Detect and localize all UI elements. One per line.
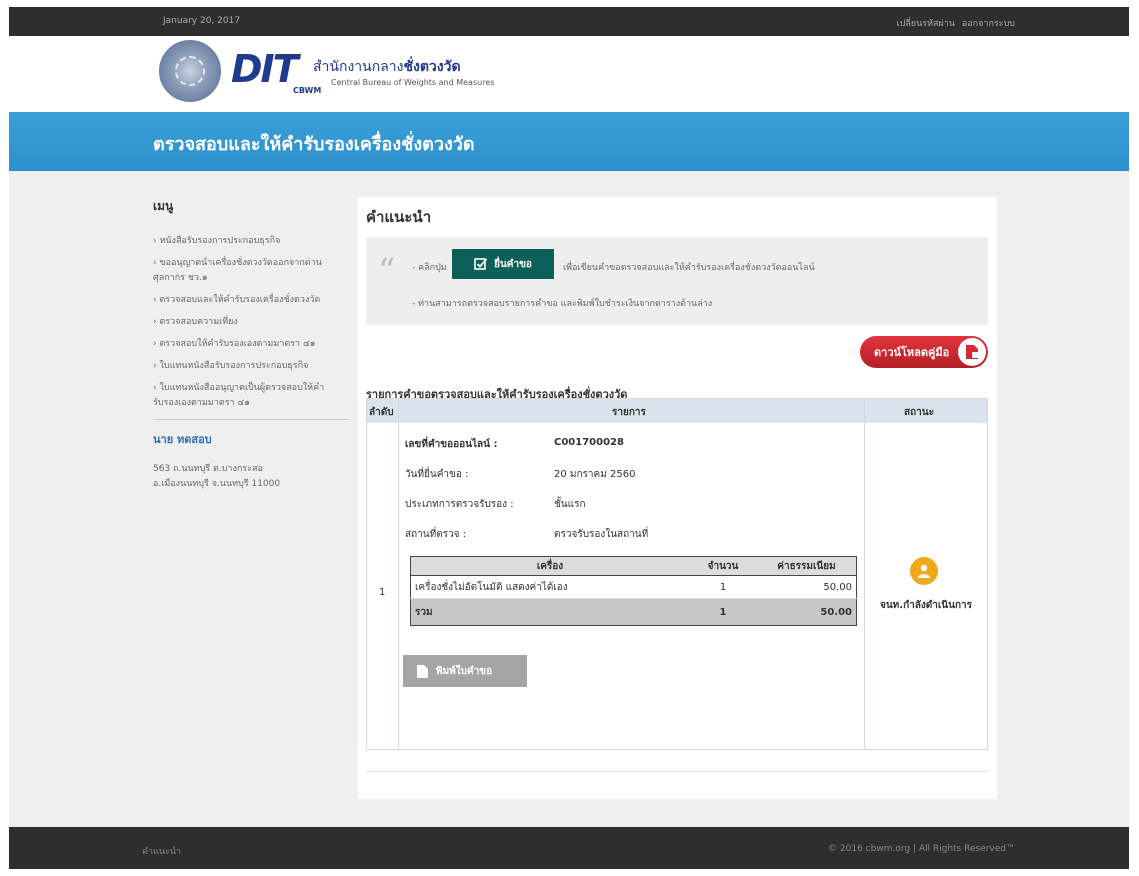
instrument-table-header: เครื่อง จำนวน ค่าธรรมเนียม [410, 556, 857, 576]
instrument-col-qty: จำนวน [689, 556, 757, 576]
print-request-button[interactable]: พิมพ์ใบคำขอ [403, 655, 527, 687]
instructions-heading: คำแนะนำ [366, 208, 432, 226]
instrument-table: เครื่อง จำนวน ค่าธรรมเนียม เครื่องชั่งไม… [410, 556, 857, 626]
account-links: เปลี่ยนรหัสผ่าน ออกจากระบบ [893, 16, 1016, 30]
logo-sub: CBWM [293, 86, 322, 95]
address-line-1: 563 ถ.นนทบุรี ต.บางกระสอ [153, 464, 263, 474]
instrument-col-name: เครื่อง [410, 556, 689, 576]
request-no-value: C001700028 [554, 437, 624, 448]
logo-text: DIT [231, 47, 299, 91]
sidebar-item-license-replacement[interactable]: › ใบแทนหนังสืออนุญาตเป็นผู้ตรวจสอบให้คำร… [153, 381, 349, 411]
sidebar-item-verification[interactable]: › ตรวจสอบและให้คำรับรองเครื่องชั่งตวงวัด [153, 293, 349, 308]
inspection-place-value: ตรวจรับรองในสถานที่ [554, 529, 649, 540]
instruction-line-2: - ท่านสามารถตรวจสอบรายการคำขอ และพิมพ์ใบ… [412, 299, 713, 309]
quote-icon: “ [378, 251, 396, 291]
column-divider [864, 399, 865, 749]
instrument-name: เครื่องชั่งไม่อัตโนมัติ แสดงค่าได้เอง [410, 575, 689, 599]
org-name-bold: ชั่งตวงวัด [403, 59, 461, 75]
total-fee: 50.00 [757, 598, 857, 626]
sidebar-divider [153, 419, 349, 420]
row-index: 1 [379, 587, 386, 598]
column-details: รายการ [612, 407, 646, 418]
request-table: ลำดับ รายการ สถานะ 1 เลขที่คำขอออนไลน์ :… [366, 398, 988, 750]
page-title: ตรวจสอบและให้คำรับรองเครื่องชั่งตวงวัด [153, 134, 475, 155]
request-date-label: วันที่ยื่นคำขอ : [405, 469, 469, 480]
total-qty: 1 [689, 598, 757, 626]
verification-type-value: ชั้นแรก [554, 499, 586, 510]
verification-type-label: ประเภทการตรวจรับรอง : [405, 499, 514, 510]
browser-page: January 20, 2017 เปลี่ยนรหัสผ่าน ออกจากร… [9, 7, 1129, 869]
current-date: January 20, 2017 [163, 16, 241, 26]
request-no-label: เลขที่คำขอออนไลน์ : [405, 439, 498, 450]
total-row: รวม 1 50.00 [410, 598, 857, 626]
print-request-label: พิมพ์ใบคำขอ [436, 665, 493, 677]
user-address: 563 ถ.นนทบุรี ต.บางกระสอ อ.เมืองนนทบุรี … [153, 462, 349, 492]
copyright: © 2016 cbwm.org | All Rights Reserved™ [828, 844, 1015, 854]
footer: คำแนะนำ © 2016 cbwm.org | All Rights Res… [9, 827, 1129, 869]
submit-request-label: ยื่นคำขอ [494, 258, 532, 270]
column-index: ลำดับ [369, 407, 394, 418]
sidebar-item-certificate-replacement[interactable]: › ใบแทนหนังสือรับรองการประกอบธุรกิจ [153, 359, 349, 374]
checkbox-edit-icon [474, 258, 488, 270]
sidebar-item-customs-export[interactable]: › ขออนุญาตนำเครื่องชั่งตวงวัดออกจากด่านศ… [153, 256, 349, 286]
site-header: DIT CBWM สำนักงานกลางชั่งตวงวัด Central … [9, 36, 1129, 112]
total-label: รวม [410, 598, 689, 626]
document-icon [417, 664, 428, 678]
table-header: ลำดับ รายการ สถานะ [367, 399, 987, 423]
menu-heading: เมนู [153, 199, 174, 213]
address-line-2: อ.เมืองนนทบุรี จ.นนทบุรี 11000 [153, 479, 281, 489]
government-seal-icon [159, 40, 221, 102]
column-status: สถานะ [904, 407, 934, 418]
pdf-file-icon [958, 338, 986, 366]
dit-logo[interactable]: DIT CBWM [231, 47, 321, 98]
instrument-col-fee: ค่าธรรมเนียม [757, 556, 857, 576]
sidebar-item-self-verification[interactable]: › ตรวจสอบให้คำรับรองเองตามมาตรา ๔๑ [153, 337, 349, 352]
content-divider [366, 771, 988, 772]
top-bar: January 20, 2017 เปลี่ยนรหัสผ่าน ออกจากร… [9, 7, 1129, 36]
instrument-qty: 1 [689, 575, 757, 599]
org-name-english: Central Bureau of Weights and Measures [331, 78, 495, 87]
org-name-prefix: สำนักงานกลาง [313, 59, 404, 75]
status-badge: จนท.กำลังดำเนินการ [879, 600, 972, 611]
table-row: เครื่องชั่งไม่อัตโนมัติ แสดงค่าได้เอง 1 … [410, 575, 857, 599]
sidebar-item-accuracy-check[interactable]: › ตรวจสอบความเที่ยง [153, 315, 349, 330]
change-password-link[interactable]: เปลี่ยนรหัสผ่าน [897, 19, 955, 29]
officer-status-icon [910, 557, 938, 585]
sidebar: เมนู › หนังสือรับรองการประกอบธุรกิจ › ขอ… [153, 197, 349, 492]
download-manual-button[interactable]: ดาวน์โหลดคู่มือ [860, 336, 988, 368]
instrument-fee: 50.00 [757, 575, 857, 599]
inspection-place-label: สถานที่ตรวจ : [405, 529, 467, 540]
footer-help-link[interactable]: คำแนะนำ [142, 844, 181, 858]
instruction-prefix: - คลิกปุ่ม [412, 263, 447, 273]
page-banner: ตรวจสอบและให้คำรับรองเครื่องชั่งตวงวัด [9, 112, 1129, 171]
logout-link[interactable]: ออกจากระบบ [962, 19, 1015, 29]
download-manual-label: ดาวน์โหลดคู่มือ [874, 346, 950, 359]
org-name-thai: สำนักงานกลางชั่งตวงวัด [313, 56, 461, 78]
request-date-value: 20 มกราคม 2560 [554, 469, 636, 480]
instruction-suffix: เพื่อเขียนคำขอตรวจสอบและให้คำรับรองเครื่… [563, 263, 815, 273]
column-divider [398, 399, 399, 749]
sidebar-item-business-certificate[interactable]: › หนังสือรับรองการประกอบธุรกิจ [153, 234, 349, 249]
submit-request-button[interactable]: ยื่นคำขอ [452, 249, 554, 279]
instructions-box: “ - คลิกปุ่ม ยื่นคำขอ เพื่อเขียนคำขอตรวจ… [366, 237, 988, 325]
main-content: คำแนะนำ “ - คลิกปุ่ม ยื่นคำขอ เพื่อเขียน… [358, 197, 997, 799]
user-name: นาย ทดสอบ [153, 433, 212, 446]
